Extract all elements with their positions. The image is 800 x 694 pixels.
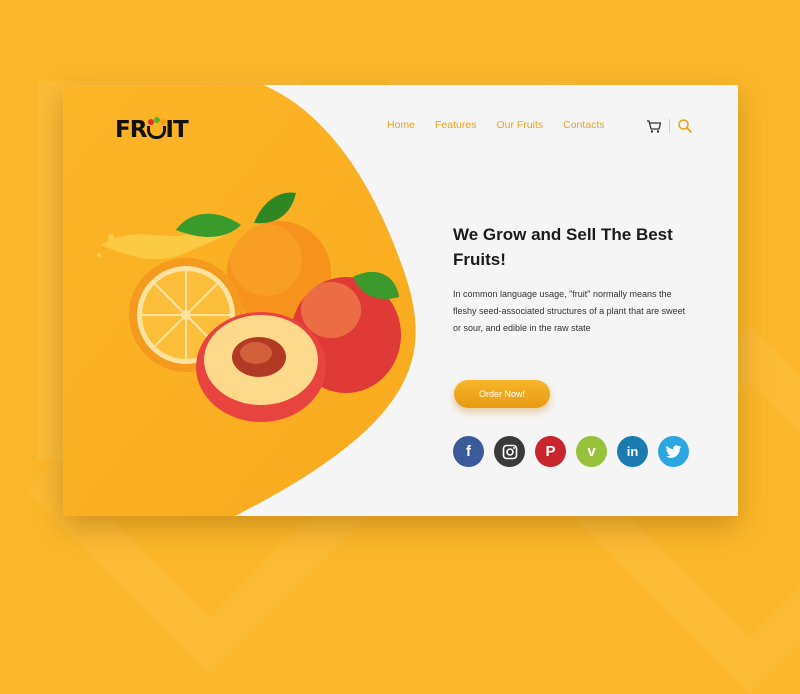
- pinterest-icon[interactable]: P: [535, 436, 566, 467]
- instagram-icon[interactable]: [494, 436, 525, 467]
- logo-u-fruit-icon: [147, 117, 167, 141]
- main-nav: Home Features Our Fruits Contacts: [387, 119, 625, 131]
- twitter-icon[interactable]: [658, 436, 689, 467]
- linkedin-icon[interactable]: in: [617, 436, 648, 467]
- hero-title: We Grow and Sell The Best Fruits!: [453, 225, 673, 269]
- vimeo-icon[interactable]: v: [576, 436, 607, 467]
- logo-text-end: IT: [165, 117, 188, 143]
- nav-home[interactable]: Home: [387, 119, 415, 131]
- search-icon[interactable]: [677, 118, 693, 139]
- hero-description: In common language usage, "fruit" normal…: [453, 289, 686, 333]
- nav-divider: [669, 119, 670, 133]
- facebook-icon[interactable]: f: [453, 436, 484, 467]
- fruit-logo[interactable]: FR IT: [115, 117, 189, 143]
- fruit-illustration: [97, 192, 401, 422]
- social-links: f P v in: [453, 436, 699, 467]
- order-now-button[interactable]: Order Now!: [454, 380, 550, 408]
- nav-features[interactable]: Features: [435, 119, 476, 131]
- logo-text-start: FR: [115, 117, 147, 143]
- landing-card: FR IT Home Features Our Fruits Contacts: [63, 85, 738, 516]
- nav-contacts[interactable]: Contacts: [563, 119, 604, 131]
- cart-icon[interactable]: [646, 118, 662, 139]
- nav-our-fruits[interactable]: Our Fruits: [496, 119, 543, 131]
